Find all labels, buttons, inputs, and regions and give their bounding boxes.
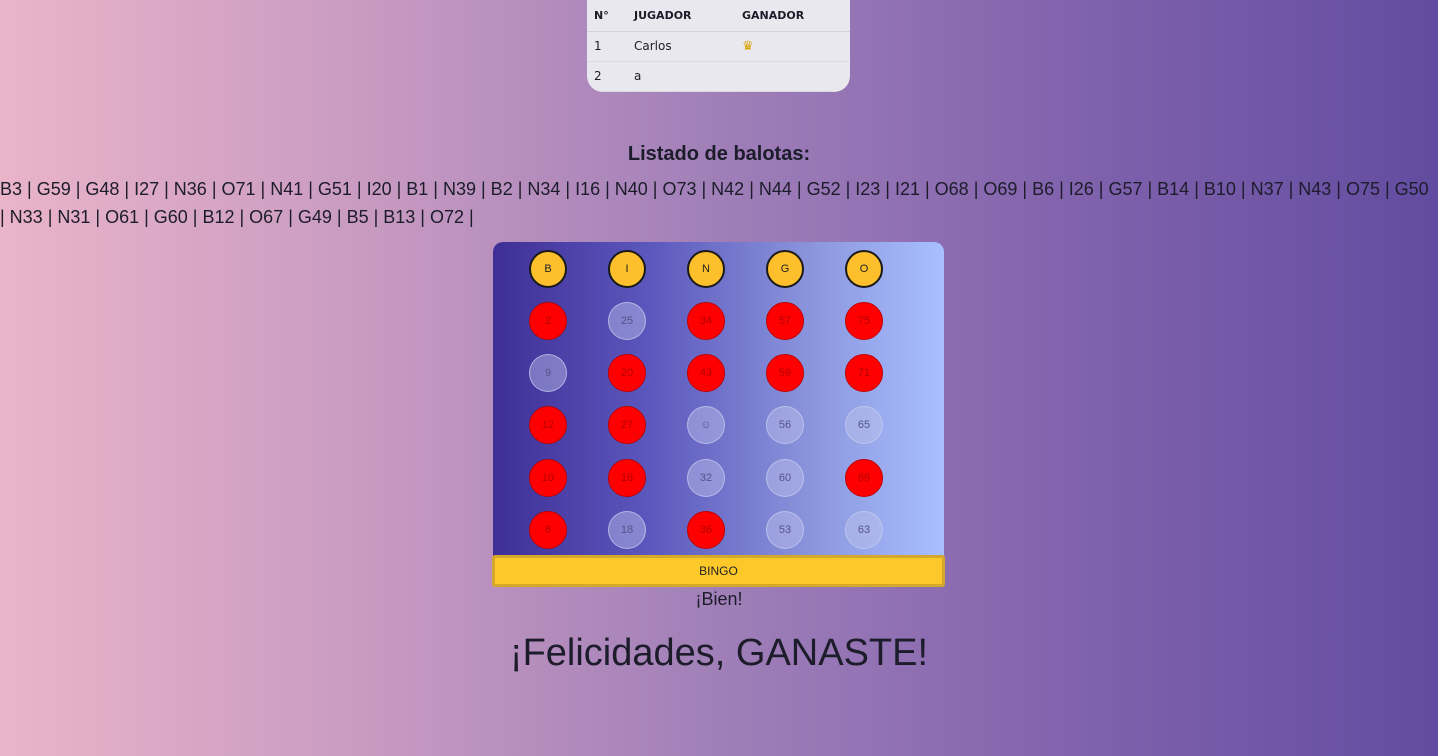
card-cell-o-2[interactable]: 71 <box>845 354 883 392</box>
card-cell-n-1[interactable]: 34 <box>687 302 725 340</box>
winner-message: ¡Felicidades, GANASTE! <box>509 632 929 674</box>
column-header-number: N° <box>587 0 627 32</box>
card-cell-i-5[interactable]: 18 <box>608 511 646 549</box>
card-cell-b-1[interactable]: 2 <box>529 302 567 340</box>
card-cell-g-2[interactable]: 59 <box>766 354 804 392</box>
balls-list-title: Listado de balotas: <box>627 143 811 165</box>
card-cell-n-3[interactable]: ☺ <box>687 406 725 444</box>
card-header-o: O <box>845 250 883 288</box>
card-header-n: N <box>687 250 725 288</box>
card-cell-g-4[interactable]: 60 <box>766 459 804 497</box>
bingo-button[interactable]: BINGO <box>492 555 945 587</box>
card-cell-i-4[interactable]: 16 <box>608 459 646 497</box>
card-cell-n-4[interactable]: 32 <box>687 459 725 497</box>
card-cell-o-5[interactable]: 63 <box>845 511 883 549</box>
column-header-winner: GANADOR <box>735 0 850 32</box>
card-header-g: G <box>766 250 804 288</box>
card-cell-b-4[interactable]: 10 <box>529 459 567 497</box>
card-cell-g-3[interactable]: 56 <box>766 406 804 444</box>
table-row: 1 Carlos ♛ <box>587 31 850 62</box>
table-header-row: N° JUGADOR GANADOR <box>587 0 850 32</box>
crown-icon: ♛ <box>735 31 850 62</box>
column-header-player: JUGADOR <box>627 0 735 32</box>
card-cell-n-2[interactable]: 43 <box>687 354 725 392</box>
status-message: ¡Bien! <box>695 589 743 609</box>
player-name: Carlos <box>627 31 735 62</box>
players-table: N° JUGADOR GANADOR 1 Carlos ♛ 2 a <box>587 0 850 92</box>
card-cell-n-5[interactable]: 36 <box>687 511 725 549</box>
bingo-card: B I N G O 2 25 34 57 75 9 20 43 59 71 12 27 ☺ 56 65 10 16 32 60… <box>493 242 944 560</box>
card-cell-i-3[interactable]: 27 <box>608 406 646 444</box>
player-number: 1 <box>587 31 627 62</box>
card-cell-o-3[interactable]: 65 <box>845 406 883 444</box>
winner-cell <box>735 61 850 92</box>
player-name: a <box>627 61 735 92</box>
card-header-i: I <box>608 250 646 288</box>
card-header-b: B <box>529 250 567 288</box>
balls-list: B3 | G59 | G48 | I27 | N36 | O71 | N41 |… <box>0 179 1429 227</box>
table-row: 2 a <box>587 61 850 92</box>
card-cell-o-4[interactable]: 69 <box>845 459 883 497</box>
card-cell-b-3[interactable]: 12 <box>529 406 567 444</box>
player-number: 2 <box>587 61 627 92</box>
card-cell-i-1[interactable]: 25 <box>608 302 646 340</box>
card-cell-g-5[interactable]: 53 <box>766 511 804 549</box>
card-cell-b-5[interactable]: 6 <box>529 511 567 549</box>
card-cell-i-2[interactable]: 20 <box>608 354 646 392</box>
card-cell-b-2[interactable]: 9 <box>529 354 567 392</box>
card-cell-g-1[interactable]: 57 <box>766 302 804 340</box>
card-cell-o-1[interactable]: 75 <box>845 302 883 340</box>
